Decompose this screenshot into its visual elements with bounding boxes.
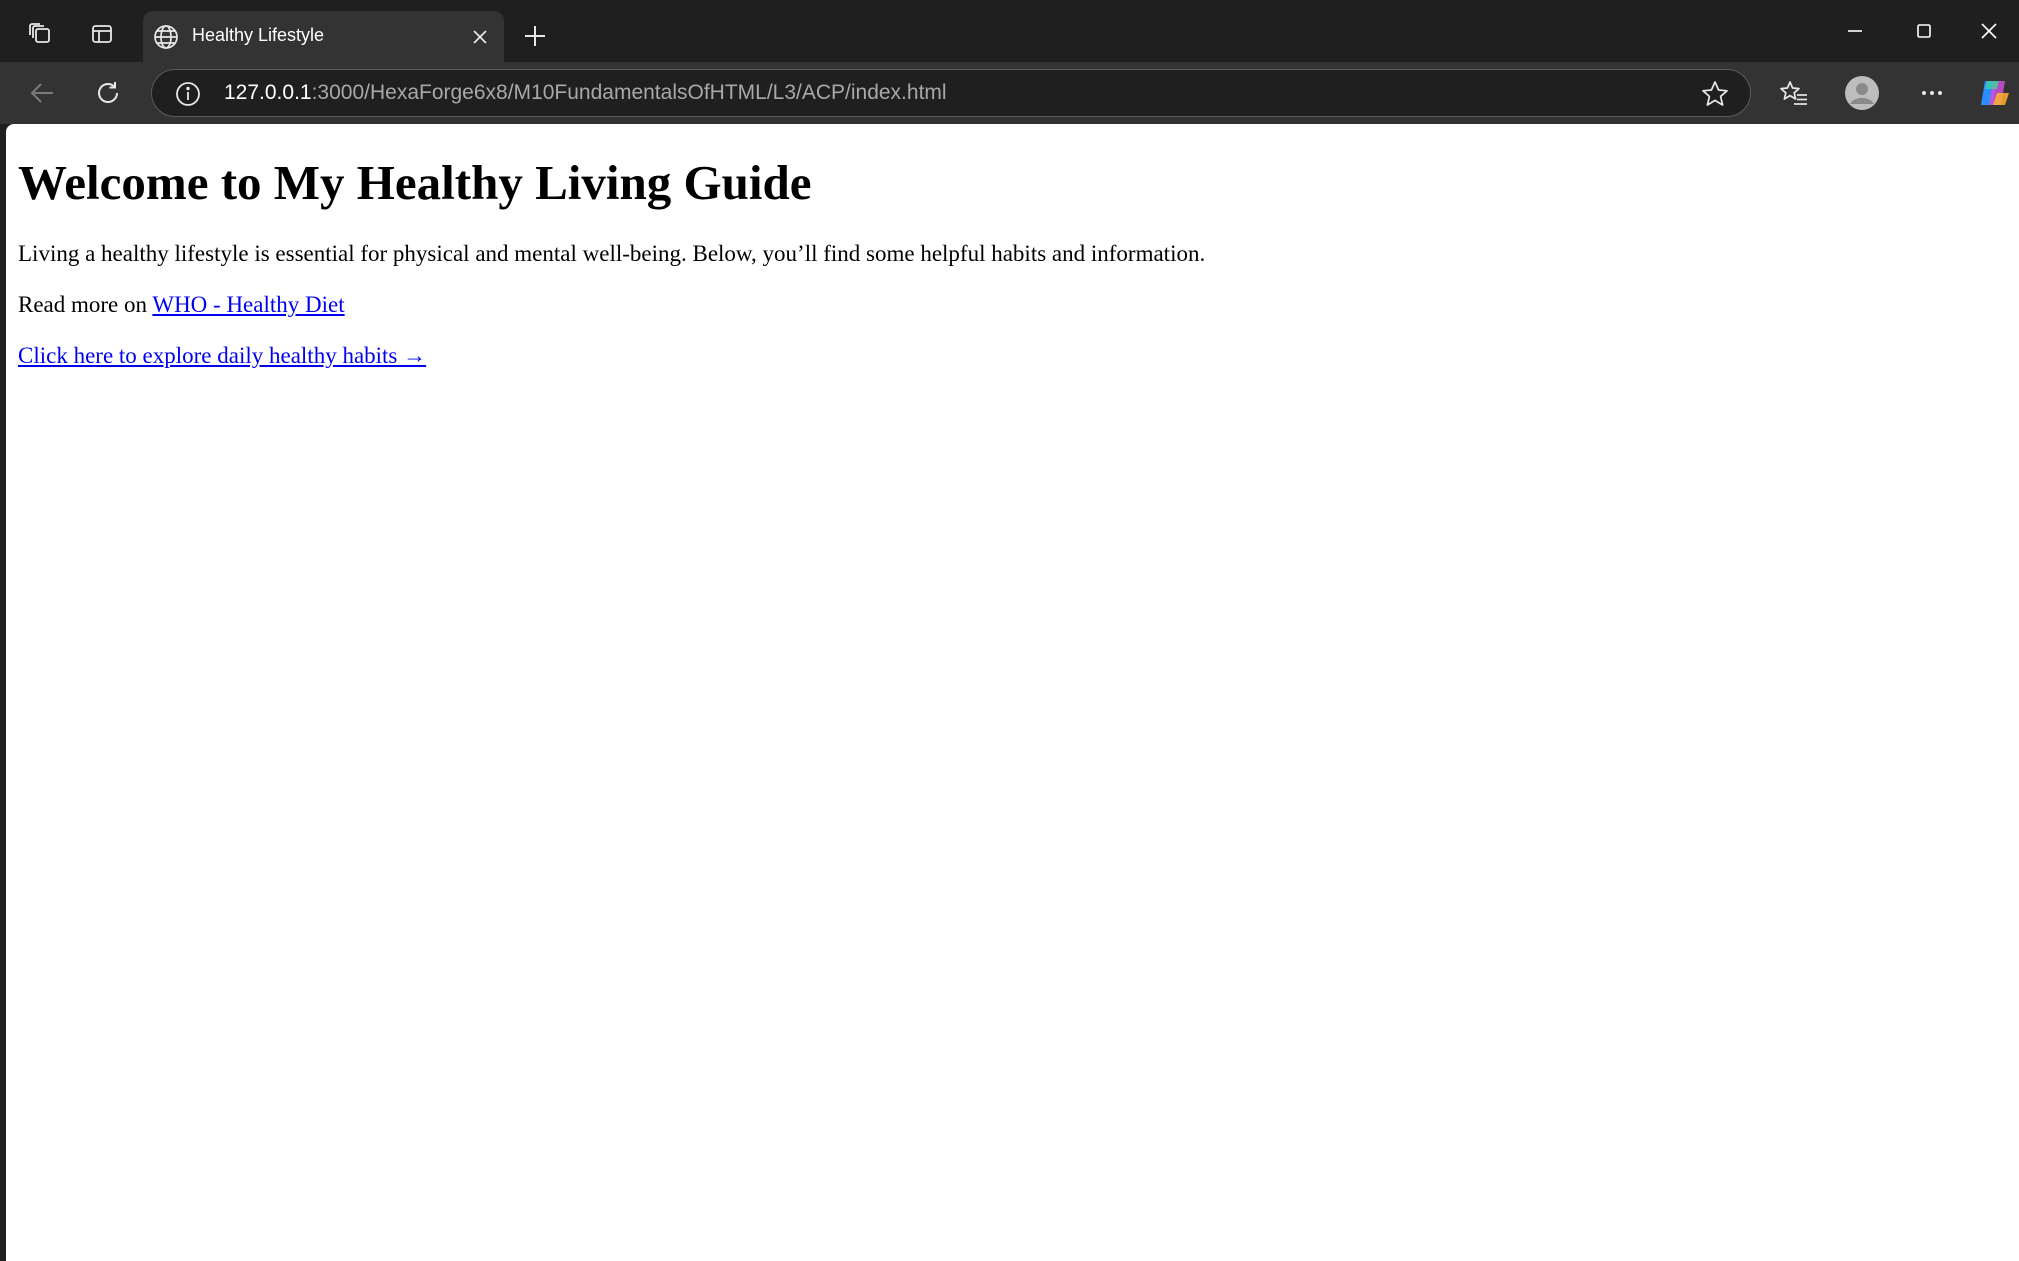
who-healthy-diet-link[interactable]: WHO - Healthy Diet [152, 292, 344, 317]
url-text[interactable]: 127.0.0.1:3000/HexaForge6x8/M10Fundament… [224, 81, 947, 105]
back-arrow-icon [30, 83, 53, 103]
intro-paragraph: Living a healthy lifestyle is essential … [18, 241, 1206, 266]
close-icon [473, 30, 487, 44]
workspaces-icon [27, 21, 53, 52]
tab-actions-button[interactable] [78, 15, 126, 57]
profile-button[interactable] [1838, 69, 1886, 117]
more-icon [1922, 91, 1942, 95]
habits-paragraph: Click here to explore daily healthy habi… [18, 342, 426, 371]
maximize-icon [1917, 24, 1931, 38]
page-title: Welcome to My Healthy Living Guide [18, 155, 812, 210]
close-window-button[interactable] [1958, 0, 2019, 62]
close-icon [1980, 23, 1997, 39]
globe-icon [152, 23, 180, 51]
tab-strip: Healthy Lifestyle [0, 0, 2019, 62]
copilot-button[interactable] [1971, 69, 2019, 117]
back-button[interactable] [18, 69, 66, 117]
read-more-prefix: Read more on [18, 292, 153, 317]
refresh-icon [98, 82, 118, 103]
avatar-icon [1845, 76, 1879, 110]
star-icon[interactable] [1700, 79, 1730, 109]
minimize-button[interactable] [1820, 0, 1890, 62]
tab-healthy-lifestyle[interactable]: Healthy Lifestyle [143, 11, 504, 62]
favorites-button[interactable] [1770, 69, 1818, 117]
url-host: 127.0.0.1 [224, 81, 312, 104]
close-tab-button[interactable] [466, 23, 494, 51]
info-icon[interactable] [174, 80, 202, 108]
minimize-icon [1848, 30, 1862, 32]
read-more-paragraph: Read more on WHO - Healthy Diet [18, 291, 345, 320]
refresh-button[interactable] [84, 69, 132, 117]
address-bar[interactable]: 127.0.0.1:3000/HexaForge6x8/M10Fundament… [151, 69, 1751, 117]
workspaces-button[interactable] [16, 15, 64, 57]
plus-icon [525, 26, 545, 46]
tab-title: Healthy Lifestyle [192, 25, 325, 45]
url-path: :3000/HexaForge6x8/M10FundamentalsOfHTML… [311, 81, 947, 104]
maximize-button[interactable] [1889, 0, 1959, 62]
favorites-icon [1780, 81, 1807, 105]
daily-habits-link[interactable]: Click here to explore daily healthy habi… [18, 343, 426, 368]
page-viewport: Welcome to My Healthy Living Guide Livin… [6, 124, 2019, 1261]
copilot-icon [1981, 81, 2009, 105]
vertical-tabs-icon [90, 22, 114, 51]
new-tab-button[interactable] [515, 15, 555, 57]
browser-toolbar: 127.0.0.1:3000/HexaForge6x8/M10Fundament… [0, 62, 2019, 124]
settings-more-button[interactable] [1908, 69, 1956, 117]
browser-window: Healthy Lifestyle 127.0.0.1:3000/HexaFor… [0, 0, 2019, 1261]
